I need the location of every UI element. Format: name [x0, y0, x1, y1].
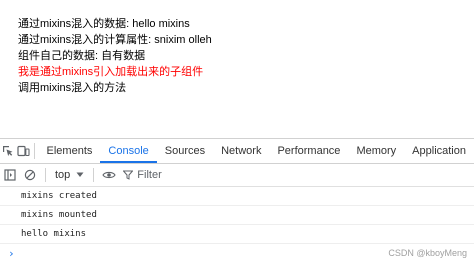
console-message: mixins created	[0, 187, 474, 206]
toolbar-divider	[45, 168, 46, 182]
filter-placeholder: Filter	[137, 169, 162, 181]
devtools-tab-bar: Elements Console Sources Network Perform…	[0, 139, 474, 164]
mixin-computed-line: 通过mixins混入的计算属性: snixim olleh	[18, 34, 212, 46]
console-message-text: mixins created	[21, 191, 97, 201]
mixin-method-line: 调用mixins混入的方法	[18, 82, 127, 94]
mixin-data-line: 通过mixins混入的数据: hello mixins	[18, 18, 190, 30]
screenshot: 通过mixins混入的数据: hello mixins 通过mixins混入的计…	[0, 0, 474, 264]
context-label: top	[55, 169, 71, 181]
child-component-line: 我是通过mixins引入加载出来的子组件	[18, 66, 204, 78]
component-data-line: 组件自己的数据: 自有数据	[18, 50, 146, 62]
context-selector[interactable]: top	[51, 169, 88, 181]
console-message-text: mixins mounted	[21, 210, 97, 220]
tab-bar-divider	[33, 143, 35, 159]
device-toggle-icon[interactable]	[16, 139, 32, 163]
sidebar-toggle-icon[interactable]	[0, 164, 20, 186]
inspect-element-icon[interactable]	[0, 139, 16, 163]
tab-sources[interactable]: Sources	[157, 139, 213, 163]
console-toolbar: top Filter	[0, 164, 474, 187]
rendered-page-content: 通过mixins混入的数据: hello mixins 通过mixins混入的计…	[18, 16, 212, 96]
toolbar-divider-2	[93, 168, 95, 182]
devtools-panel: Elements Console Sources Network Perform…	[0, 138, 474, 264]
tab-network[interactable]: Network	[213, 139, 269, 163]
tab-elements[interactable]: Elements	[39, 139, 101, 163]
watermark: CSDN @kboyMeng	[388, 248, 467, 258]
tab-application[interactable]: Application	[404, 139, 474, 163]
console-message: hello mixins	[0, 225, 474, 244]
console-message-text: hello mixins	[21, 229, 87, 239]
filter-icon	[123, 170, 134, 180]
clear-console-icon[interactable]	[20, 164, 40, 186]
eye-icon[interactable]	[99, 164, 119, 186]
chevron-down-icon	[76, 172, 84, 177]
filter-input[interactable]: Filter	[119, 169, 162, 181]
console-message: mixins mounted	[0, 206, 474, 225]
tab-performance[interactable]: Performance	[269, 139, 348, 163]
tab-memory[interactable]: Memory	[348, 139, 404, 163]
tab-console[interactable]: Console	[100, 139, 157, 163]
prompt-chevron-icon: ›	[8, 246, 15, 260]
